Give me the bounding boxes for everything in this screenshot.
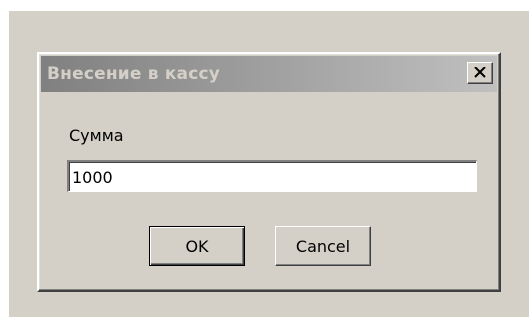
close-icon <box>474 67 486 78</box>
deposit-dialog: Внесение в кассу Сумма OK Cancel <box>37 52 501 292</box>
ok-button[interactable]: OK <box>149 226 245 266</box>
dialog-title: Внесение в кассу <box>47 64 221 84</box>
cancel-button[interactable]: Cancel <box>275 226 371 266</box>
close-button[interactable] <box>467 62 493 84</box>
amount-input[interactable] <box>67 160 477 192</box>
amount-label: Сумма <box>69 126 124 145</box>
dialog-titlebar[interactable]: Внесение в кассу <box>41 56 497 92</box>
